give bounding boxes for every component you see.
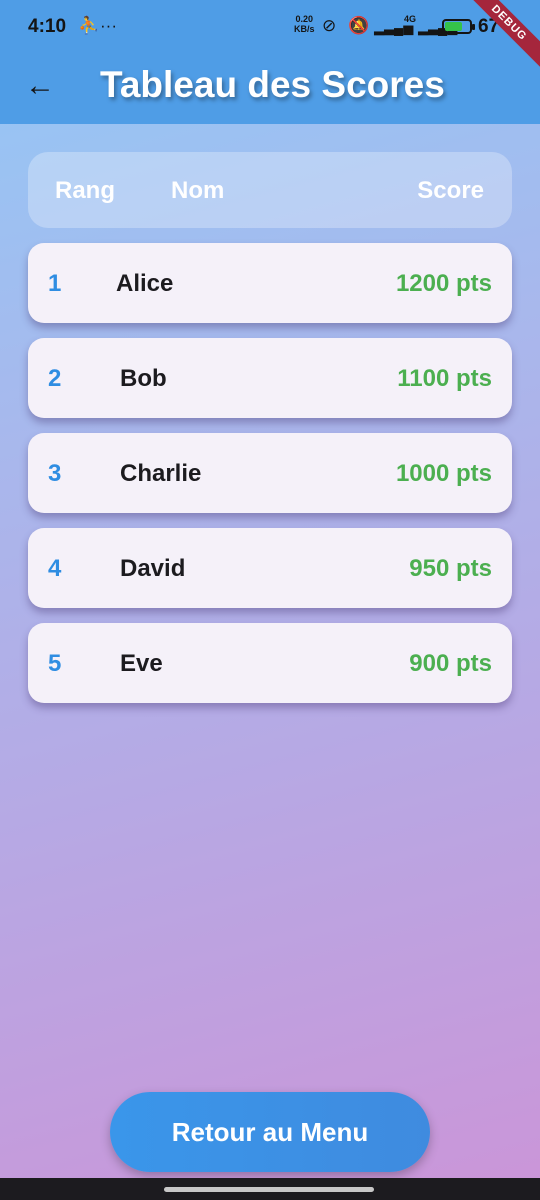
network-speed: 0.20 KB/s <box>294 14 315 34</box>
row-name: Charlie <box>120 460 202 487</box>
network-speed-unit: KB/s <box>294 24 315 34</box>
row-rank: 3 <box>48 460 62 487</box>
battery-icon <box>442 19 475 34</box>
top-area: 4:10 ⛹ ··· 0.20 KB/s ⊘ 🔕 ▂▃▄▅ 4G ▂▃▄▅ 67… <box>0 0 540 124</box>
row-rank: 2 <box>48 365 62 392</box>
row-rank: 5 <box>48 650 62 677</box>
status-bar: 4:10 ⛹ ··· 0.20 KB/s ⊘ 🔕 ▂▃▄▅ 4G ▂▃▄▅ 67… <box>0 0 540 76</box>
system-nav-bar <box>0 1178 540 1200</box>
row-name: Alice <box>116 270 174 297</box>
score-row: 1 Alice 1200 pts <box>28 243 512 323</box>
row-score: 950 pts <box>409 555 492 582</box>
header-name: Nom <box>171 177 225 204</box>
network-speed-value: 0.20 <box>295 14 314 24</box>
page-title: Tableau des Scores <box>100 64 445 105</box>
app-bar: ← Tableau des Scores <box>0 56 540 124</box>
status-time: 4:10 <box>28 16 67 37</box>
home-gesture-handle[interactable] <box>164 1187 374 1192</box>
mute-icon: 🔕 <box>348 16 370 35</box>
score-row: 2 Bob 1100 pts <box>28 338 512 418</box>
back-arrow-icon[interactable]: ← <box>20 66 60 106</box>
row-score: 900 pts <box>409 650 492 677</box>
header-score: Score <box>417 177 484 204</box>
row-score: 1200 pts <box>395 270 492 297</box>
header-rank: Rang <box>55 177 115 204</box>
basketball-notification-icon: ⛹ <box>78 16 100 35</box>
row-name: Bob <box>120 365 167 392</box>
table-header: Rang Nom Score <box>28 152 512 228</box>
row-name: David <box>120 555 186 582</box>
score-row: 4 David 950 pts <box>28 528 512 608</box>
row-score: 1100 pts <box>397 365 492 392</box>
row-rank: 1 <box>48 270 62 297</box>
row-score: 1000 pts <box>395 460 492 487</box>
back-to-menu-button[interactable]: Retour au Menu <box>110 1092 430 1172</box>
hotspot-icon: ⊘ <box>322 16 337 35</box>
score-row: 3 Charlie 1000 pts <box>28 433 512 513</box>
row-rank: 4 <box>48 555 62 582</box>
network-type: 4G <box>404 14 417 24</box>
score-row: 5 Eve 900 pts <box>28 623 512 703</box>
more-notifications-icon: ··· <box>100 16 117 35</box>
row-name: Eve <box>120 650 163 677</box>
